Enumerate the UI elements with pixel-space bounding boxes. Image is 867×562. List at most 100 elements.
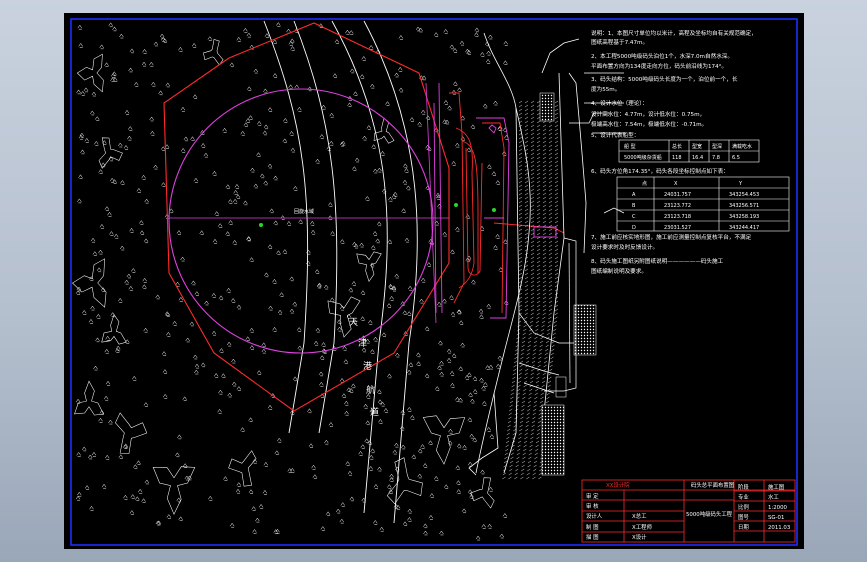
veg-mark xyxy=(307,408,312,414)
veg-mark xyxy=(366,125,371,130)
hatch-mark xyxy=(530,292,535,296)
veg-mark xyxy=(415,26,421,32)
hatch-mark xyxy=(552,332,556,336)
hatch-mark xyxy=(536,432,540,436)
coord-table-cell: D xyxy=(632,225,636,231)
veg-mark xyxy=(407,285,413,291)
hatch-mark xyxy=(536,256,541,260)
veg-mark xyxy=(436,301,442,307)
hatch-mark xyxy=(536,156,541,160)
veg-mark xyxy=(439,371,444,377)
channel-label-char: 天 xyxy=(349,318,358,328)
hatch-mark xyxy=(530,200,535,204)
veg-mark xyxy=(235,488,241,494)
veg-mark xyxy=(290,46,295,51)
hatch-mark xyxy=(526,476,530,480)
veg-mark xyxy=(136,460,141,466)
hatch-mark xyxy=(515,468,519,472)
turning-circle xyxy=(168,88,434,354)
hatch-mark xyxy=(554,280,559,284)
veg-mark xyxy=(269,208,274,214)
hatch-mark xyxy=(542,284,547,288)
veg-mark xyxy=(153,41,159,47)
hatch-mark xyxy=(548,180,553,184)
veg-mark xyxy=(250,167,255,173)
veg-mark xyxy=(495,180,501,185)
hatch-mark xyxy=(543,364,547,368)
hatch-mark xyxy=(554,144,559,148)
hatch-mark xyxy=(536,128,541,132)
veg-mark xyxy=(376,221,382,227)
veg-mark xyxy=(329,112,334,118)
ship-table-cell: 16.4 xyxy=(692,155,703,161)
hatch-mark xyxy=(536,292,541,296)
hatch-mark xyxy=(523,384,527,388)
hatch-mark xyxy=(554,172,559,176)
marker-green-1 xyxy=(259,223,263,227)
hatch-mark xyxy=(554,240,559,244)
hatch-mark xyxy=(542,292,547,296)
cad-viewport[interactable]: 回旋水域 天津港航道 说明：1、本图尺寸单位均以米计，高程及坐标均自有关规范确定… xyxy=(64,13,804,549)
hatch-mark xyxy=(548,296,553,300)
veg-mark xyxy=(496,363,501,369)
hatch-mark xyxy=(542,176,547,180)
hatch-mark xyxy=(530,232,535,236)
veg-mark xyxy=(165,82,170,88)
veg-mark xyxy=(96,313,101,319)
hatch-mark xyxy=(554,204,559,208)
veg-mark xyxy=(218,295,224,301)
hatch-mark xyxy=(522,336,526,340)
veg-mark xyxy=(451,89,457,95)
hatch-mark xyxy=(523,444,527,448)
hatch-mark xyxy=(554,268,559,272)
hatch-mark xyxy=(518,228,523,232)
veg-mark xyxy=(297,345,302,351)
veg-mark xyxy=(272,73,278,78)
hatch-mark xyxy=(515,460,520,464)
hatch-mark xyxy=(542,168,547,172)
veg-mark xyxy=(478,308,484,314)
veg-mark xyxy=(123,494,128,500)
hatch-mark xyxy=(554,164,559,168)
hatch-mark xyxy=(554,200,559,204)
veg-mark xyxy=(428,440,433,445)
hatch-mark xyxy=(535,328,539,332)
hatch-mark xyxy=(554,232,559,236)
hatch-mark xyxy=(530,120,535,124)
veg-mark xyxy=(308,443,314,448)
veg-mark xyxy=(78,42,83,48)
veg-mark xyxy=(150,130,155,136)
veg-mark xyxy=(377,466,382,472)
hatch-mark xyxy=(542,260,547,264)
hatch-mark xyxy=(518,160,523,164)
veg-mark xyxy=(118,454,124,459)
veg-mark xyxy=(363,403,368,409)
channel-lines xyxy=(263,20,418,524)
hatch-mark xyxy=(542,188,547,192)
hatch-mark xyxy=(536,132,541,136)
veg-mark xyxy=(325,511,331,517)
tb-right-value: 施工图 xyxy=(768,483,784,491)
veg-mark xyxy=(416,361,421,366)
veg-mark xyxy=(104,206,110,211)
hatch-mark xyxy=(536,220,541,224)
hatch-mark xyxy=(540,336,544,340)
veg-mark xyxy=(298,219,303,224)
hatch-mark xyxy=(547,328,551,332)
veg-mark xyxy=(105,454,110,460)
hatch-mark xyxy=(530,160,535,164)
hatch-mark xyxy=(519,420,524,424)
veg-mark xyxy=(110,72,116,78)
veg-mark xyxy=(455,142,460,148)
coord-table-text: 点 X Y A 24031.757 343254.453 B 23123.772 343256.… xyxy=(632,181,759,231)
hatch-mark xyxy=(518,144,523,148)
hatch-mark xyxy=(521,460,526,464)
veg-mark xyxy=(403,163,408,169)
hatch-mark xyxy=(527,408,531,412)
hatch-mark xyxy=(554,100,559,104)
hatch-mark xyxy=(548,264,553,268)
veg-mark xyxy=(88,318,94,324)
veg-mark xyxy=(127,135,132,141)
veg-mark xyxy=(456,443,462,449)
veg-mark xyxy=(443,28,448,34)
